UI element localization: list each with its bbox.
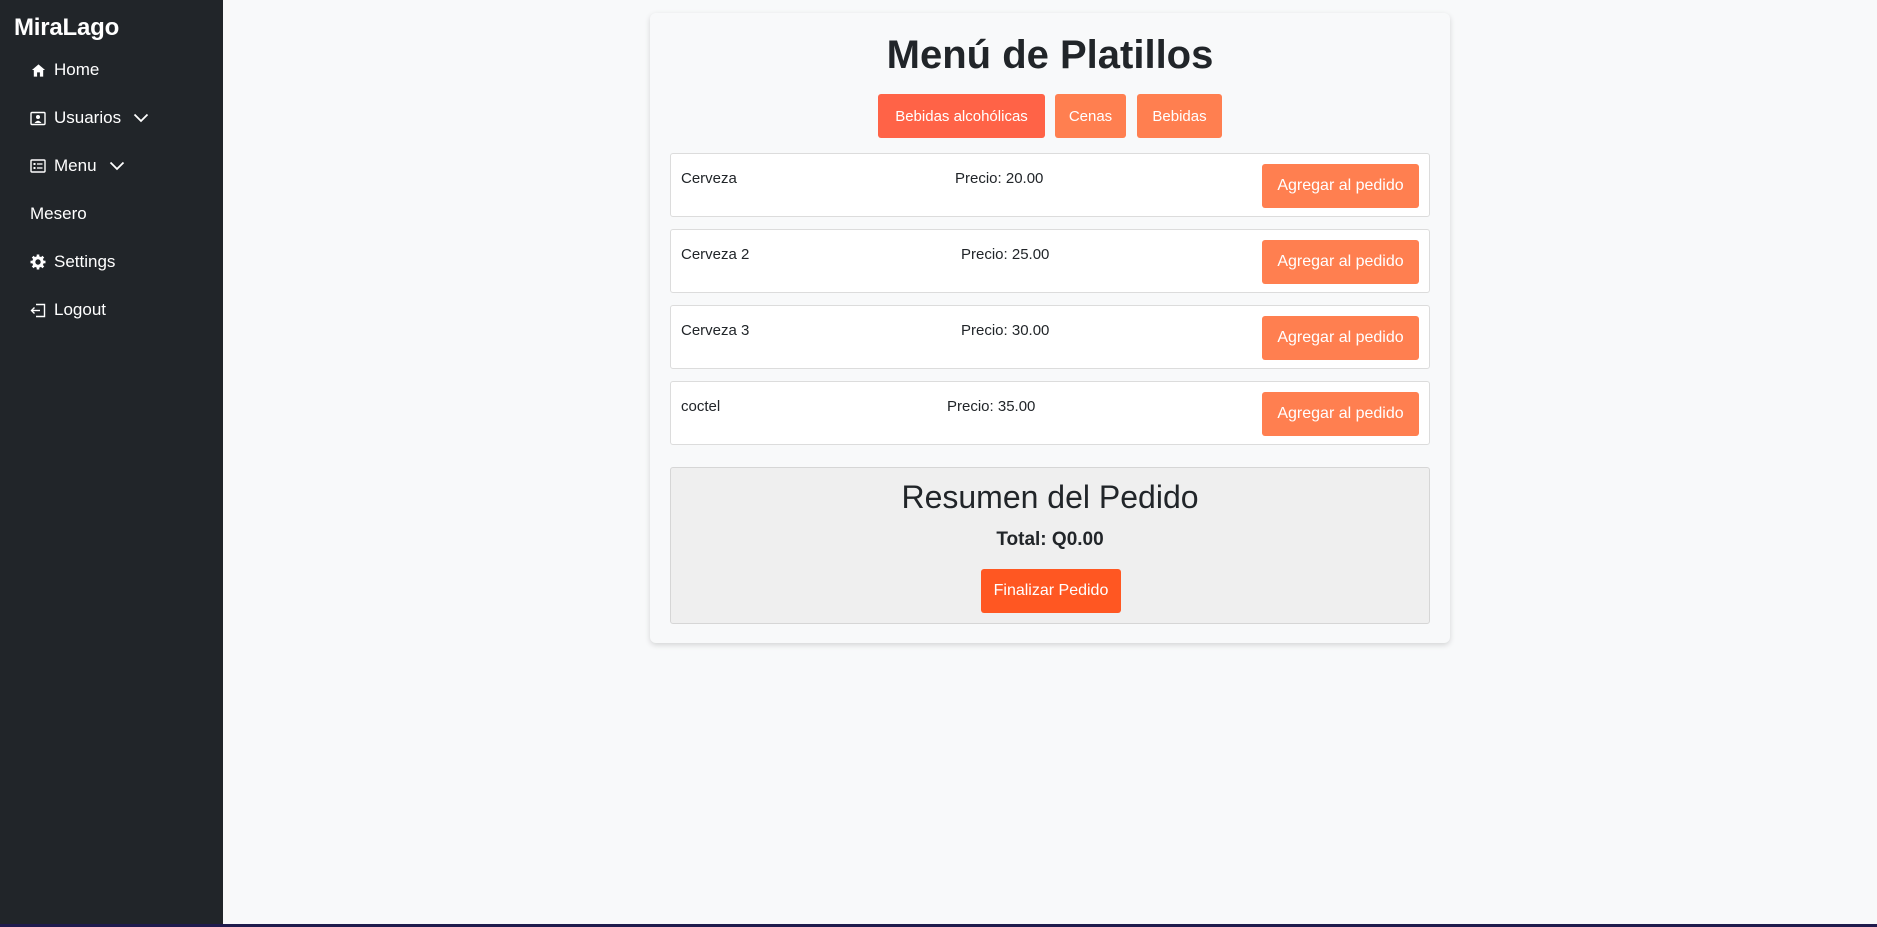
list-card-icon xyxy=(30,158,46,174)
order-total: Total: Q0.00 xyxy=(996,529,1104,550)
finish-order-button[interactable]: Finalizar Pedido xyxy=(981,569,1121,613)
item-price: Precio: 25.00 xyxy=(961,246,1050,263)
sidebar-item-label: Settings xyxy=(54,252,116,271)
summary-title: Resumen del Pedido xyxy=(901,479,1199,515)
sidebar-item-mesero[interactable]: Mesero xyxy=(30,199,87,229)
sidebar-item-label: Usuarios xyxy=(54,108,122,127)
menu-card: Menú de Platillos Bebidas alcohólicas Ce… xyxy=(650,13,1450,643)
add-to-order-button[interactable]: Agregar al pedido xyxy=(1262,316,1419,360)
sidebar-item-home[interactable]: Home xyxy=(30,55,99,85)
user-card-icon xyxy=(30,110,46,126)
sidebar-item-usuarios[interactable]: Usuarios xyxy=(30,103,149,133)
chevron-down-icon[interactable] xyxy=(133,113,149,123)
menu-item-row: Cerveza Precio: 20.00 Agregar al pedido xyxy=(670,153,1430,217)
add-to-order-button[interactable]: Agregar al pedido xyxy=(1262,240,1419,284)
item-name: Cerveza xyxy=(681,170,737,187)
gear-icon xyxy=(30,254,46,270)
home-icon xyxy=(30,62,46,78)
logout-icon xyxy=(30,302,46,318)
category-cenas-button[interactable]: Cenas xyxy=(1055,94,1126,138)
brand-logo[interactable]: MiraLago xyxy=(14,14,119,42)
sidebar-item-logout[interactable]: Logout xyxy=(30,295,106,325)
sidebar-item-label: Home xyxy=(54,60,100,79)
category-bebidas-alcoholicas-button[interactable]: Bebidas alcohólicas xyxy=(878,94,1045,138)
sidebar-item-settings[interactable]: Settings xyxy=(30,247,115,277)
item-name: coctel xyxy=(681,398,721,415)
menu-item-row: coctel Precio: 35.00 Agregar al pedido xyxy=(670,381,1430,445)
chevron-down-icon[interactable] xyxy=(109,161,125,171)
sidebar-item-menu[interactable]: Menu xyxy=(30,151,125,181)
order-summary: Resumen del Pedido Total: Q0.00 Finaliza… xyxy=(670,467,1430,624)
menu-item-row: Cerveza 3 Precio: 30.00 Agregar al pedid… xyxy=(670,305,1430,369)
sidebar: MiraLago Home Usuarios Menu Mesero Setti… xyxy=(0,0,223,924)
menu-item-row: Cerveza 2 Precio: 25.00 Agregar al pedid… xyxy=(670,229,1430,293)
category-bebidas-button[interactable]: Bebidas xyxy=(1137,94,1222,138)
item-name: Cerveza 3 xyxy=(681,322,750,339)
item-price: Precio: 35.00 xyxy=(947,398,1036,415)
add-to-order-button[interactable]: Agregar al pedido xyxy=(1262,392,1419,436)
sidebar-item-label: Mesero xyxy=(30,204,87,223)
page-title: Menú de Platillos xyxy=(886,33,1214,77)
add-to-order-button[interactable]: Agregar al pedido xyxy=(1262,164,1419,208)
item-price: Precio: 20.00 xyxy=(955,170,1044,187)
item-price: Precio: 30.00 xyxy=(961,322,1050,339)
item-name: Cerveza 2 xyxy=(681,246,750,263)
sidebar-item-label: Menu xyxy=(54,156,97,175)
sidebar-item-label: Logout xyxy=(54,300,106,319)
